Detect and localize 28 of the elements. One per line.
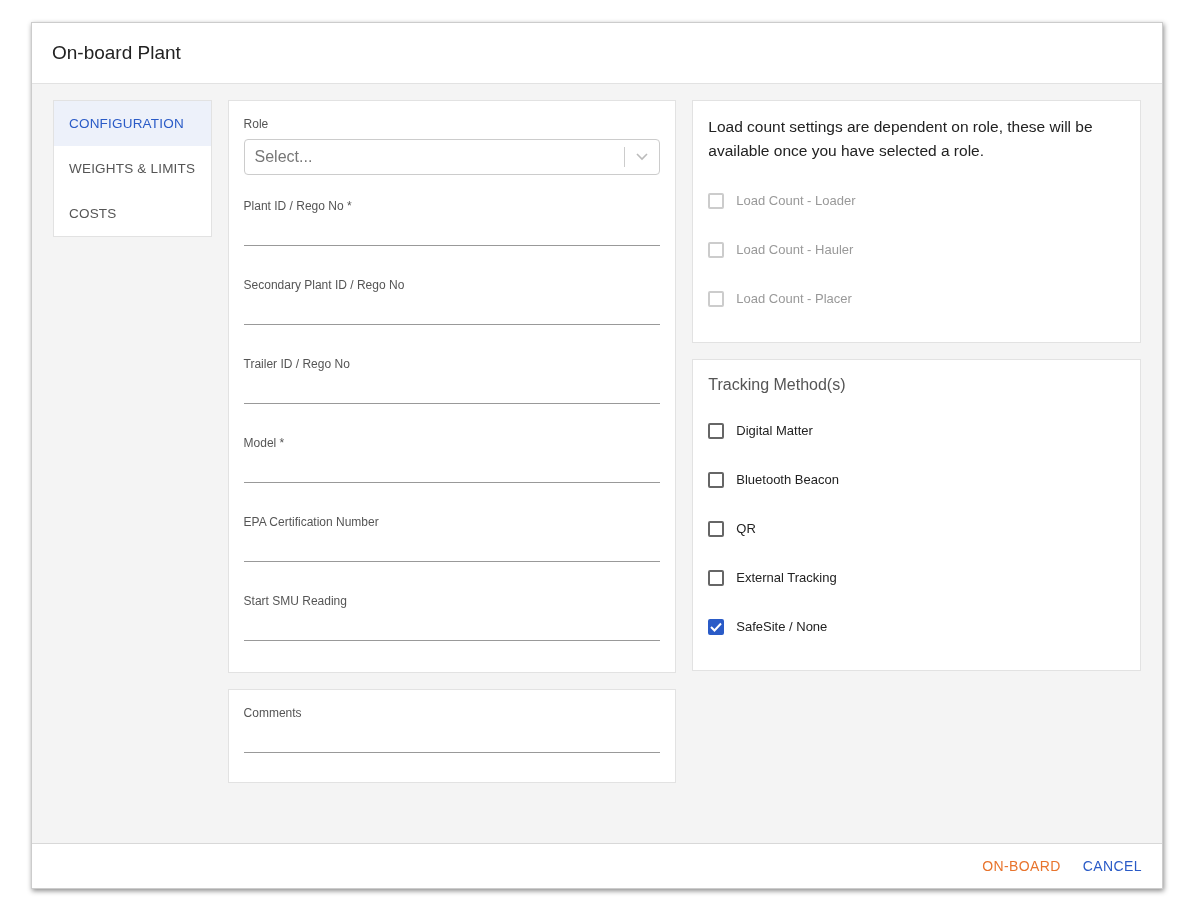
checkbox-label: Digital Matter xyxy=(736,423,813,438)
checkbox-label: Load Count - Placer xyxy=(736,291,852,306)
checkbox[interactable] xyxy=(708,618,725,635)
checkbox-label: QR xyxy=(736,521,756,536)
dialog-title: On-board Plant xyxy=(52,42,181,64)
action-button[interactable]: CANCEL xyxy=(1074,852,1150,880)
checkbox[interactable] xyxy=(708,471,725,488)
load-count-note: Load count settings are dependent on role, these will be available once you have selected a role. xyxy=(708,117,1094,161)
checkbox-label: Load Count - Hauler xyxy=(736,242,854,257)
checkbox[interactable] xyxy=(708,569,725,586)
field-label: Model * xyxy=(243,436,286,450)
sidebar-tab[interactable]: CONFIGURATION xyxy=(54,101,211,146)
field-label: Comments xyxy=(243,706,303,720)
checkbox-label: External Tracking xyxy=(736,570,837,585)
checkbox-label: Bluetooth Beacon xyxy=(736,472,839,487)
field-label: Start SMU Reading xyxy=(243,594,348,608)
field-label: Role xyxy=(243,117,270,131)
checkbox-label: Load Count - Loader xyxy=(736,193,856,208)
tracking-heading: Tracking Method(s) xyxy=(708,376,847,394)
check-icon xyxy=(710,621,723,632)
checkbox[interactable] xyxy=(708,520,725,537)
role-select[interactable]: Select... xyxy=(243,139,661,175)
field-label: Plant ID / Rego No * xyxy=(243,199,353,213)
checkbox[interactable] xyxy=(708,422,725,439)
field-label: EPA Certification Number xyxy=(243,515,380,529)
field-label: Trailer ID / Rego No xyxy=(243,357,351,371)
checkbox-label: SafeSite / None xyxy=(736,619,828,634)
field-label: Secondary Plant ID / Rego No xyxy=(243,278,406,292)
